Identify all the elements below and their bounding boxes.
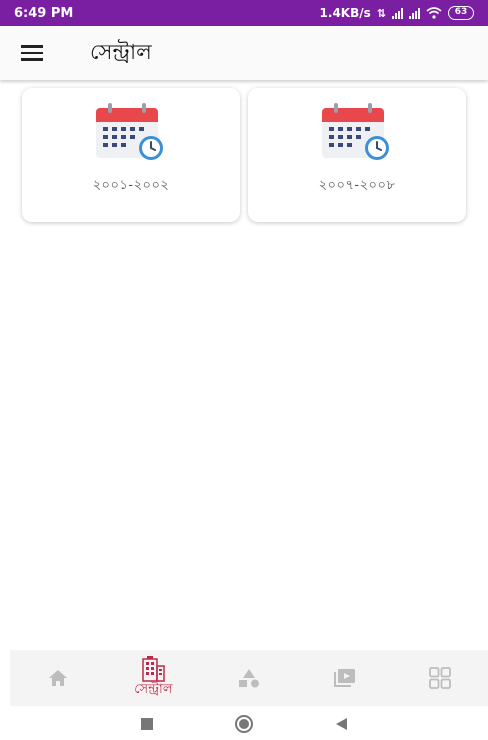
calendar-clock-icon (96, 103, 163, 160)
back-icon[interactable] (334, 717, 348, 731)
network-speed: 1.4KB/s (319, 6, 371, 20)
recent-apps-icon[interactable] (140, 717, 154, 731)
video-library-icon (333, 669, 355, 687)
signal-icon-2 (409, 7, 420, 19)
session-grid: ২০০১-২০০২ ২০০৭-২০০৮ (22, 88, 466, 222)
data-icon: ⇅ (376, 6, 386, 20)
session-card-1[interactable]: ২০০১-২০০২ (22, 88, 240, 222)
home-icon (48, 670, 67, 686)
session-label: ২০০১-২০০২ (92, 178, 170, 193)
grid-icon (429, 667, 452, 689)
home-button-icon[interactable] (234, 714, 254, 734)
nav-video[interactable] (310, 668, 380, 688)
status-bar: 6:49 PM 1.4KB/s ⇅ 63 (0, 0, 488, 26)
page-title: সেন্ট্রাল (90, 39, 152, 64)
menu-button[interactable] (18, 26, 46, 80)
session-label: ২০০৭-২০০৮ (318, 178, 396, 193)
status-time: 6:49 PM (14, 5, 74, 21)
hamburger-icon (21, 45, 43, 48)
bottom-nav: সেন্ট্রাল (10, 650, 488, 706)
app-bar: সেন্ট্রাল (0, 26, 488, 80)
nav-shapes[interactable] (214, 668, 284, 688)
nav-more[interactable] (405, 666, 475, 690)
nav-central[interactable]: সেন্ট্রাল (118, 655, 188, 701)
nav-home[interactable] (23, 669, 93, 687)
calendar-clock-icon (322, 103, 389, 160)
shapes-icon (238, 669, 259, 688)
signal-icon (392, 7, 403, 19)
wifi-icon (426, 7, 442, 19)
nav-central-label: সেন্ট্রাল (134, 681, 173, 697)
building-icon (142, 655, 166, 682)
status-indicators: 1.4KB/s ⇅ 63 (320, 6, 474, 20)
session-card-2[interactable]: ২০০৭-২০০৮ (248, 88, 466, 222)
battery-icon: 63 (448, 6, 474, 20)
system-nav-bar (0, 708, 488, 740)
